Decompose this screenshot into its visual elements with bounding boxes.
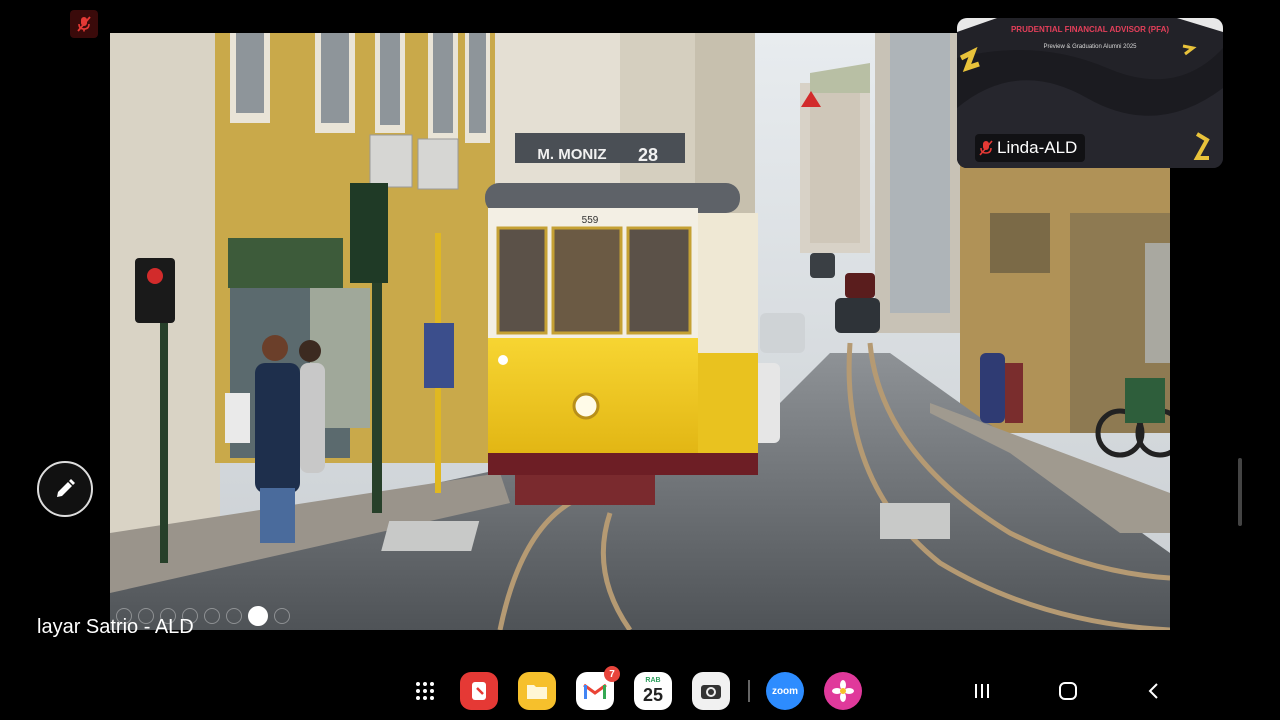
- calendar-day: 25: [642, 685, 664, 705]
- muted-microphone-icon: [979, 140, 993, 156]
- camera-toggle-icon[interactable]: [248, 606, 268, 626]
- zoom-tool-icon[interactable]: [204, 608, 220, 624]
- zoom-icon[interactable]: zoom: [766, 672, 804, 710]
- dock-divider: [748, 680, 750, 702]
- tram-route-number: 28: [638, 145, 658, 165]
- subtitles-icon[interactable]: [226, 608, 242, 624]
- tram-route-sign: M. MONIZ: [537, 146, 606, 163]
- muted-microphone-icon[interactable]: [70, 10, 98, 38]
- pencil-icon: [57, 479, 75, 497]
- presenter-label: layar Satrio - ALD: [37, 616, 194, 638]
- back-icon[interactable]: [1139, 676, 1169, 706]
- participant-name: Linda-ALD: [997, 138, 1078, 157]
- recent-apps-icon[interactable]: [967, 676, 997, 706]
- home-icon[interactable]: [1053, 676, 1083, 706]
- gallery-icon[interactable]: [824, 672, 862, 710]
- notes-icon[interactable]: [460, 672, 498, 710]
- calendar-day-label: RAB: [645, 677, 661, 684]
- calendar-icon[interactable]: RAB 25: [634, 672, 672, 710]
- taskbar: 7 RAB 25 zoom: [0, 662, 1280, 720]
- participant-name-tag: Linda-ALD: [975, 134, 1086, 162]
- gmail-icon[interactable]: 7: [576, 666, 620, 710]
- annotate-button[interactable]: [37, 461, 93, 517]
- tram-car-number: 559: [582, 215, 599, 226]
- banner-subtitle: Preview & Graduation Alumni 2025: [1043, 44, 1137, 50]
- gmail-badge: 7: [604, 666, 620, 682]
- edge-panel-handle[interactable]: [1238, 458, 1242, 526]
- camera-icon[interactable]: [692, 672, 730, 710]
- app-drawer-icon[interactable]: [406, 672, 444, 710]
- files-icon[interactable]: [518, 672, 556, 710]
- more-options-icon[interactable]: [274, 608, 290, 624]
- zoom-label: zoom: [771, 685, 799, 697]
- banner-title: PRUDENTIAL FINANCIAL ADVISOR (PFA): [1011, 25, 1169, 34]
